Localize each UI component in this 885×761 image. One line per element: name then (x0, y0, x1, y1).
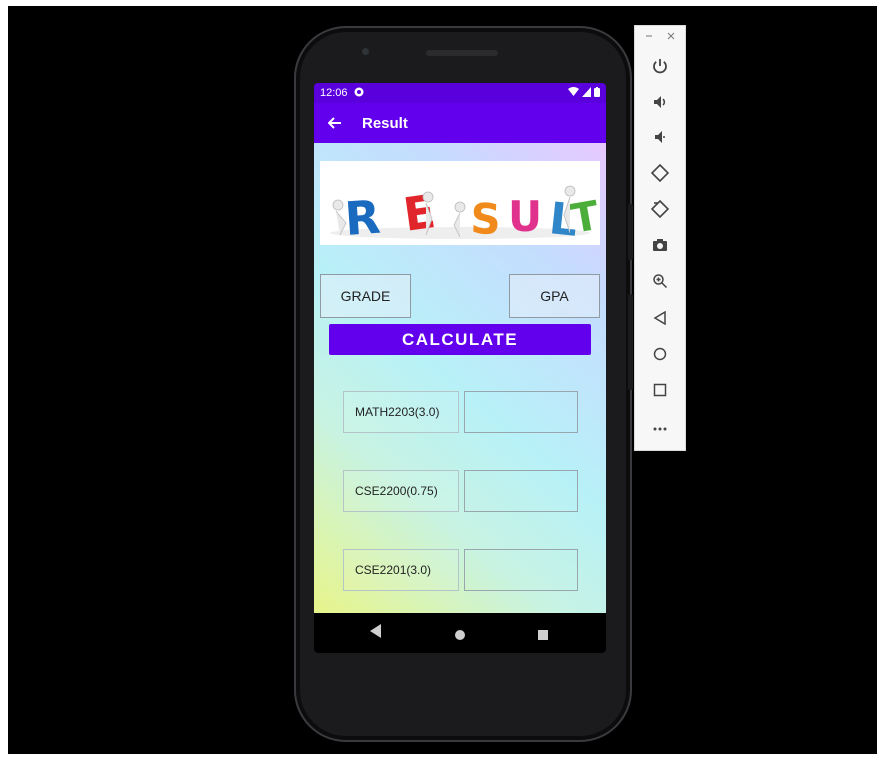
course-label: CSE2200(0.75) (343, 470, 459, 512)
grade-input[interactable] (464, 549, 578, 591)
navigation-bar (314, 613, 606, 653)
volume-down-icon[interactable] (648, 125, 672, 149)
nav-back-icon[interactable] (370, 623, 382, 642)
volume-up-icon[interactable] (648, 90, 672, 114)
banner-letter: S (470, 194, 502, 244)
nav-overview-icon[interactable] (538, 625, 548, 644)
rotate-right-icon[interactable] (648, 197, 672, 221)
battery-icon (594, 87, 600, 100)
close-icon[interactable] (667, 32, 675, 43)
phone-frame: 12:06 Result R E S U L T GRADE GPA CALCU… (294, 26, 633, 742)
signal-icon (582, 87, 591, 100)
earpiece-speaker (426, 50, 498, 56)
home-icon[interactable] (648, 342, 672, 366)
page-title: Result (362, 114, 408, 132)
grade-button[interactable]: GRADE (320, 274, 411, 318)
phone-volume-button (628, 294, 633, 390)
gpa-button[interactable]: GPA (509, 274, 600, 318)
nav-home-icon[interactable] (455, 625, 465, 644)
status-time: 12:06 (320, 87, 348, 99)
camera-icon[interactable] (648, 233, 672, 257)
course-label: MATH2203(3.0) (343, 391, 459, 433)
zoom-icon[interactable] (648, 269, 672, 293)
power-icon[interactable] (648, 54, 672, 78)
overview-icon[interactable] (648, 378, 672, 402)
phone-display: 12:06 Result R E S U L T GRADE GPA CALCU… (314, 83, 606, 653)
result-banner-image: RESULT (320, 161, 600, 245)
app-bar: Result (314, 103, 606, 143)
emulator-toolbar (634, 25, 686, 451)
phone-side-button (628, 204, 633, 260)
back-icon[interactable] (648, 306, 672, 330)
more-icon[interactable] (648, 417, 672, 441)
grade-input[interactable] (464, 470, 578, 512)
minimize-icon[interactable] (645, 32, 653, 43)
result-content: RESULT GRADE GPA CALCULATE MATH2203(3.0)… (314, 143, 606, 653)
rotate-left-icon[interactable] (648, 161, 672, 185)
calculate-button[interactable]: CALCULATE (329, 324, 591, 355)
wifi-icon (568, 87, 579, 100)
course-label: CSE2201(3.0) (343, 549, 459, 591)
front-camera (362, 48, 369, 55)
notification-icon (354, 87, 364, 100)
status-bar: 12:06 (314, 83, 606, 103)
banner-letter: R (343, 190, 382, 245)
grade-input[interactable] (464, 391, 578, 433)
banner-letter: U (508, 192, 542, 241)
back-arrow-icon[interactable] (327, 113, 350, 134)
